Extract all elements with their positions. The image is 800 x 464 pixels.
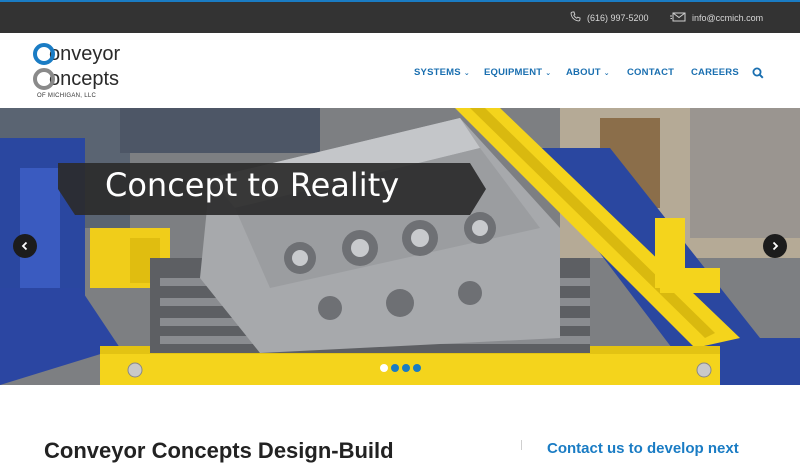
phone-number[interactable]: (616) 997-5200 <box>587 13 649 23</box>
logo-word-1: onveyor <box>49 43 121 65</box>
slider-pagination <box>380 364 421 372</box>
nav-equipment-label: EQUIPMENT <box>484 67 543 78</box>
column-divider <box>521 440 522 450</box>
hero-slider <box>0 108 800 385</box>
nav-about-label: ABOUT <box>566 67 601 78</box>
nav-contact-label: CONTACT <box>627 67 675 78</box>
chevron-down-icon: ⌄ <box>545 70 552 77</box>
nav-equipment[interactable]: EQUIPMENT ⌄ <box>484 67 551 78</box>
nav-contact[interactable]: CONTACT <box>627 67 674 78</box>
logo-c-grey <box>33 68 55 90</box>
search-icon[interactable] <box>752 66 766 80</box>
main-heading: Conveyor Concepts Design-Build <box>44 438 394 463</box>
slider-dot-2[interactable] <box>391 364 399 372</box>
hero-caption: Concept to Reality <box>105 166 400 204</box>
logo-line-1: onveyor <box>33 43 120 65</box>
chevron-right-icon <box>772 241 779 251</box>
logo-c-blue <box>33 43 55 65</box>
phone-contact[interactable]: (616) 997-5200 <box>570 2 649 33</box>
envelope-icon <box>670 12 686 24</box>
chevron-down-icon: ⌄ <box>463 70 470 77</box>
hero-image <box>0 108 800 385</box>
slider-dot-3[interactable] <box>402 364 410 372</box>
nav-careers[interactable]: CAREERS <box>691 67 739 78</box>
chevron-left-icon <box>21 241 28 251</box>
email-contact[interactable]: info@ccmich.com <box>670 2 763 33</box>
slider-dot-4[interactable] <box>413 364 421 372</box>
slider-next-button[interactable] <box>763 234 787 258</box>
nav-systems-label: SYSTEMS <box>414 67 461 78</box>
slider-dot-1[interactable] <box>380 364 388 372</box>
logo-word-2: oncepts <box>49 68 120 90</box>
nav-systems[interactable]: SYSTEMS ⌄ <box>414 67 470 78</box>
top-contact-bar: (616) 997-5200 info@ccmich.com <box>0 0 800 33</box>
contact-heading: Contact us to develop next <box>547 440 739 457</box>
logo-line-2: oncepts <box>33 68 119 90</box>
nav-careers-label: CAREERS <box>691 67 739 78</box>
slider-prev-button[interactable] <box>13 234 37 258</box>
email-address[interactable]: info@ccmich.com <box>692 13 763 23</box>
chevron-down-icon: ⌄ <box>603 70 610 77</box>
logo-subtitle: OF MICHIGAN, LLC <box>37 93 97 99</box>
nav-about[interactable]: ABOUT ⌄ <box>566 67 610 78</box>
phone-icon <box>570 11 581 24</box>
company-logo[interactable]: onveyor oncepts OF MICHIGAN, LLC <box>33 43 143 101</box>
site-header: onveyor oncepts OF MICHIGAN, LLC SYSTEMS… <box>0 33 800 108</box>
